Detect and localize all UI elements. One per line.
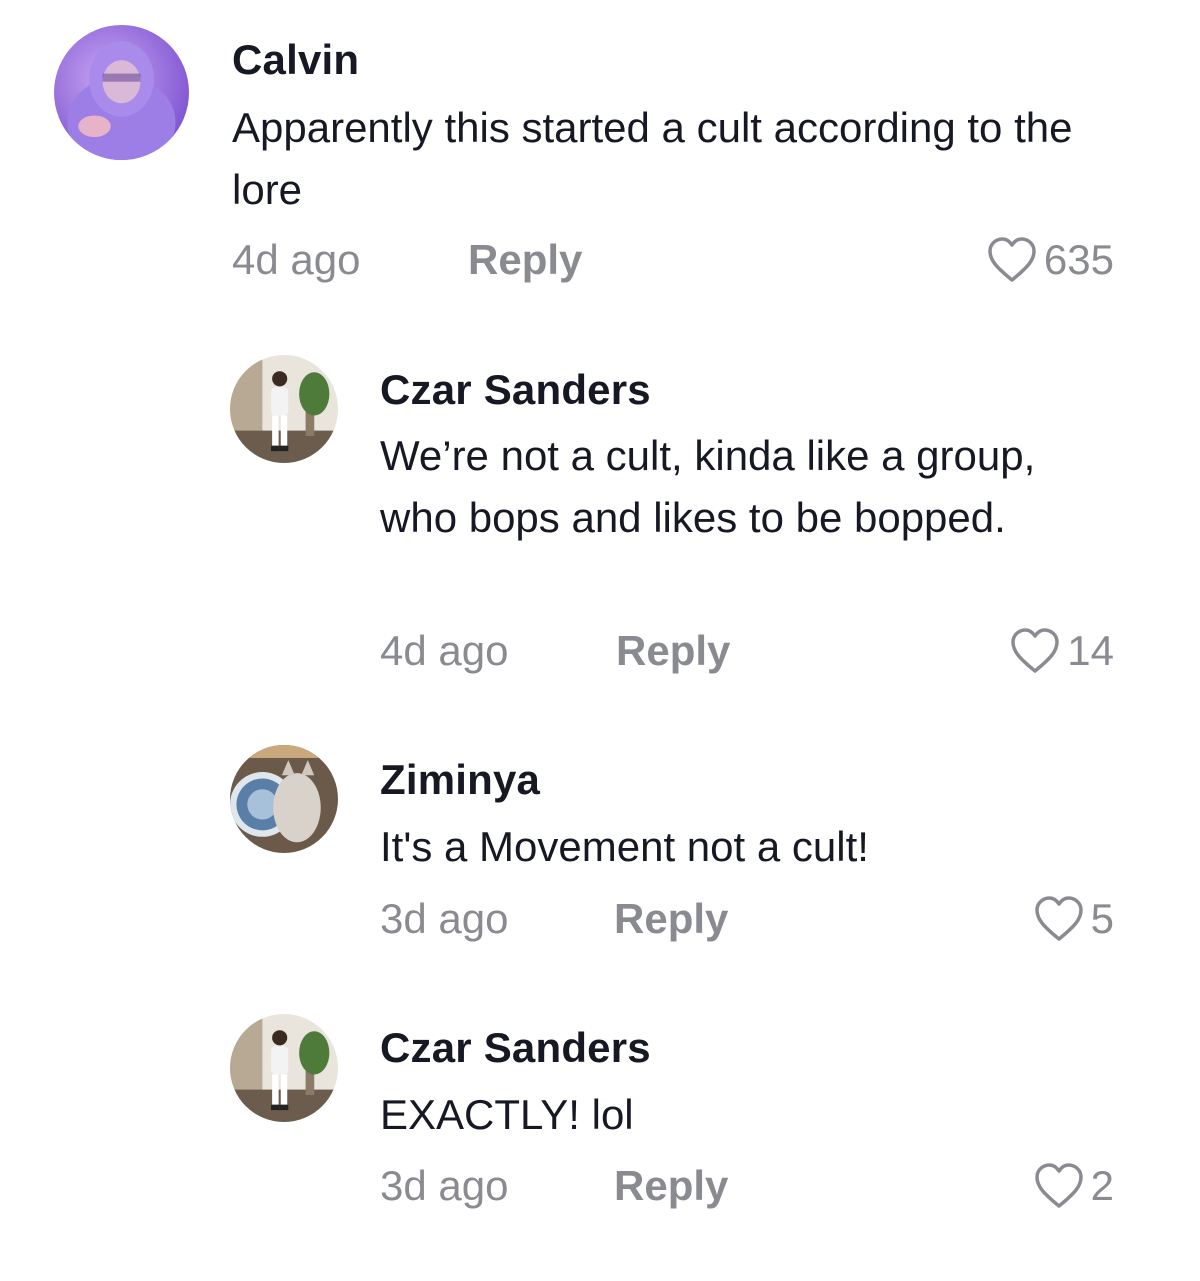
comment-username[interactable]: Czar Sanders: [380, 1024, 651, 1072]
reply-button[interactable]: Reply: [468, 236, 582, 284]
user-avatar-icon: [230, 745, 338, 853]
heart-icon: [1034, 896, 1083, 941]
user-avatar-icon: [230, 355, 338, 463]
heart-icon: [1011, 628, 1060, 673]
comment-timestamp: 3d ago: [380, 895, 509, 942]
reply-button[interactable]: Reply: [616, 627, 730, 675]
like-count: 14: [1067, 627, 1114, 674]
like-button[interactable]: 5: [1033, 895, 1114, 943]
comment-username[interactable]: Calvin: [232, 36, 359, 84]
comment-text: EXACTLY! lol: [380, 1091, 634, 1138]
avatar[interactable]: [230, 745, 338, 853]
comment-username[interactable]: Czar Sanders: [380, 366, 651, 414]
comment-username[interactable]: Ziminya: [380, 756, 540, 804]
like-count: 5: [1090, 895, 1114, 942]
avatar[interactable]: [230, 355, 338, 463]
avatar[interactable]: [230, 1014, 338, 1122]
heart-icon: [1034, 1163, 1083, 1208]
like-button[interactable]: 14: [1009, 627, 1114, 675]
comment-timestamp: 3d ago: [380, 1162, 509, 1209]
avatar[interactable]: [54, 25, 189, 160]
like-button[interactable]: 2: [1033, 1162, 1114, 1210]
like-button[interactable]: 635: [986, 236, 1114, 284]
reply-button[interactable]: Reply: [614, 895, 728, 943]
user-avatar-icon: [54, 25, 189, 160]
like-count: 2: [1090, 1162, 1114, 1209]
comment-timestamp: 4d ago: [232, 236, 361, 283]
user-avatar-icon: [230, 1014, 338, 1122]
comment-timestamp: 4d ago: [380, 627, 509, 674]
heart-icon: [988, 237, 1036, 282]
comment-text: We’re not a cult, kinda like a group, wh…: [380, 432, 1036, 541]
comment-text: Apparently this started a cult according…: [232, 104, 1073, 213]
comment-text: It's a Movement not a cult!: [380, 823, 869, 870]
reply-button[interactable]: Reply: [614, 1162, 728, 1210]
like-count: 635: [1043, 236, 1114, 283]
